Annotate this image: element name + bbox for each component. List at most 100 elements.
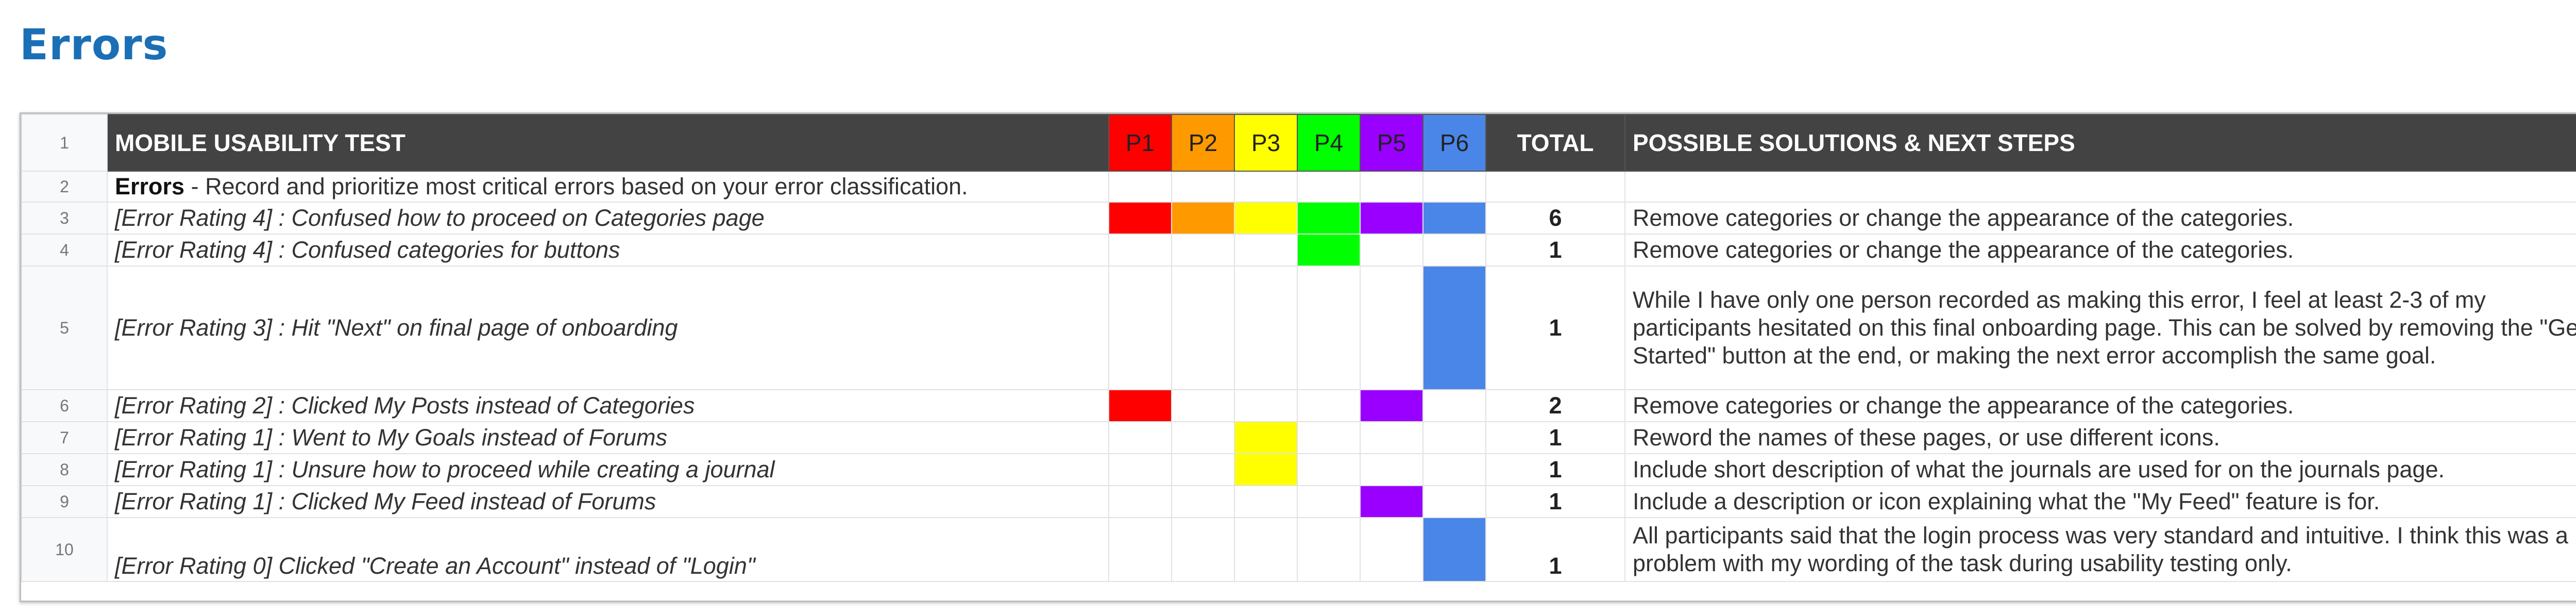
participant-cell-p5: [1360, 202, 1423, 235]
participant-cell-p1: [1108, 517, 1172, 582]
participant-cell-p4: [1297, 453, 1361, 486]
participant-cell-p4: [1297, 421, 1361, 454]
section-rest-label: - Record and prioritize most critical er…: [184, 173, 968, 200]
solution-cell: Remove categories or change the appearan…: [1624, 234, 2576, 267]
participant-cell-p5: [1360, 517, 1423, 582]
participant-cell-p2: [1171, 517, 1235, 582]
header-p1: P1: [1108, 114, 1172, 172]
section-row: 2 Errors - Record and prioritize most cr…: [21, 171, 2576, 203]
row-number: 8: [21, 453, 108, 486]
table-row: 4 [Error Rating 4] : Confused categories …: [21, 234, 2576, 267]
participant-cell-p1: [1108, 421, 1172, 454]
participant-cell-p3: [1234, 389, 1298, 422]
header-p2: P2: [1171, 114, 1235, 172]
participant-cell-p2: [1171, 234, 1235, 267]
row-number: 7: [21, 421, 108, 454]
participant-cell-p2: [1171, 453, 1235, 486]
participant-cell-p2: [1171, 389, 1235, 422]
error-description-cell: [Error Rating 4] : Confused categories f…: [107, 234, 1109, 267]
error-description-cell: [Error Rating 2] : Clicked My Posts inst…: [107, 389, 1109, 422]
table-row: 7 [Error Rating 1] : Went to My Goals ins…: [21, 421, 2576, 454]
participant-cell-p1: [1108, 389, 1172, 422]
participant-cell-p2: [1171, 421, 1235, 454]
row-number: 10: [21, 517, 108, 582]
row-number: 4: [21, 234, 108, 267]
spreadsheet: 1 MOBILE USABILITY TEST P1 P2 P3 P4 P5 P…: [20, 112, 2576, 602]
participant-cell-p3: [1234, 202, 1298, 235]
participant-cell-p1: [1108, 485, 1172, 518]
header-test-label: MOBILE USABILITY TEST: [107, 114, 1109, 172]
total-cell: 1: [1485, 485, 1625, 518]
participant-cell-p4: [1297, 265, 1361, 390]
header-total: TOTAL: [1485, 114, 1625, 172]
header-p4: P4: [1297, 114, 1361, 172]
total-cell: 1: [1485, 517, 1625, 582]
solution-cell: Include a description or icon explaining…: [1624, 485, 2576, 518]
participant-cell-p4: [1297, 389, 1361, 422]
header-solutions: POSSIBLE SOLUTIONS & NEXT STEPS: [1624, 114, 2576, 172]
section-description: Errors - Record and prioritize most crit…: [107, 171, 1109, 203]
empty-cell: [1624, 171, 2576, 203]
participant-cell-p3: [1234, 265, 1298, 390]
participant-cell-p5: [1360, 421, 1423, 454]
table-row: 5 [Error Rating 3] : Hit "Next" on final …: [21, 265, 2576, 390]
participant-cell-p6: [1422, 485, 1486, 518]
page-title: Errors: [20, 21, 168, 70]
participant-cell-p3: [1234, 421, 1298, 454]
empty-cell: [1171, 171, 1235, 203]
participant-cell-p1: [1108, 234, 1172, 267]
row-number: 2: [21, 171, 108, 203]
empty-cell: [1422, 171, 1486, 203]
total-cell: 6: [1485, 202, 1625, 235]
row-number: 3: [21, 202, 108, 235]
participant-cell-p2: [1171, 202, 1235, 235]
error-description-cell: [Error Rating 0] Clicked "Create an Acco…: [107, 517, 1109, 582]
header-row: 1 MOBILE USABILITY TEST P1 P2 P3 P4 P5 P…: [21, 114, 2576, 172]
solution-cell: Remove categories or change the appearan…: [1624, 389, 2576, 422]
solution-cell: Reword the names of these pages, or use …: [1624, 421, 2576, 454]
solution-cell: All participants said that the login pro…: [1624, 517, 2576, 582]
participant-cell-p4: [1297, 517, 1361, 582]
empty-cell: [1234, 171, 1298, 203]
solution-cell: Include short description of what the jo…: [1624, 453, 2576, 486]
table-row: 6 [Error Rating 2] : Clicked My Posts ins…: [21, 389, 2576, 422]
participant-cell-p3: [1234, 234, 1298, 267]
participant-cell-p4: [1297, 485, 1361, 518]
participant-cell-p5: [1360, 234, 1423, 267]
participant-cell-p1: [1108, 453, 1172, 486]
solution-cell: While I have only one person recorded as…: [1624, 265, 2576, 390]
participant-cell-p6: [1422, 202, 1486, 235]
participant-cell-p3: [1234, 453, 1298, 486]
participant-cell-p6: [1422, 234, 1486, 267]
empty-cell: [1485, 171, 1625, 203]
participant-cell-p5: [1360, 265, 1423, 390]
participant-cell-p5: [1360, 389, 1423, 422]
participant-cell-p2: [1171, 485, 1235, 518]
section-bold-label: Errors: [115, 173, 185, 200]
participant-cell-p4: [1297, 202, 1361, 235]
participant-cell-p2: [1171, 265, 1235, 390]
error-description-cell: [Error Rating 1] : Unsure how to proceed…: [107, 453, 1109, 486]
participant-cell-p5: [1360, 453, 1423, 486]
participant-cell-p1: [1108, 265, 1172, 390]
row-number: 6: [21, 389, 108, 422]
header-p3: P3: [1234, 114, 1298, 172]
error-description-cell: [Error Rating 1] : Went to My Goals inst…: [107, 421, 1109, 454]
empty-cell: [1360, 171, 1423, 203]
table-row: 3 [Error Rating 4] : Confused how to proc…: [21, 202, 2576, 235]
participant-cell-p1: [1108, 202, 1172, 235]
empty-cell: [1108, 171, 1172, 203]
row-number: 5: [21, 265, 108, 390]
errors-table: 1 MOBILE USABILITY TEST P1 P2 P3 P4 P5 P…: [21, 114, 2576, 582]
total-cell: 2: [1485, 389, 1625, 422]
row-number: 9: [21, 485, 108, 518]
participant-cell-p3: [1234, 517, 1298, 582]
error-description-cell: [Error Rating 1] : Clicked My Feed inste…: [107, 485, 1109, 518]
error-description-cell: [Error Rating 3] : Hit "Next" on final p…: [107, 265, 1109, 390]
header-p5: P5: [1360, 114, 1423, 172]
participant-cell-p4: [1297, 234, 1361, 267]
table-row: 10 [Error Rating 0] Clicked "Create an Ac…: [21, 517, 2576, 582]
participant-cell-p6: [1422, 389, 1486, 422]
row-number: 1: [21, 114, 108, 172]
participant-cell-p5: [1360, 485, 1423, 518]
